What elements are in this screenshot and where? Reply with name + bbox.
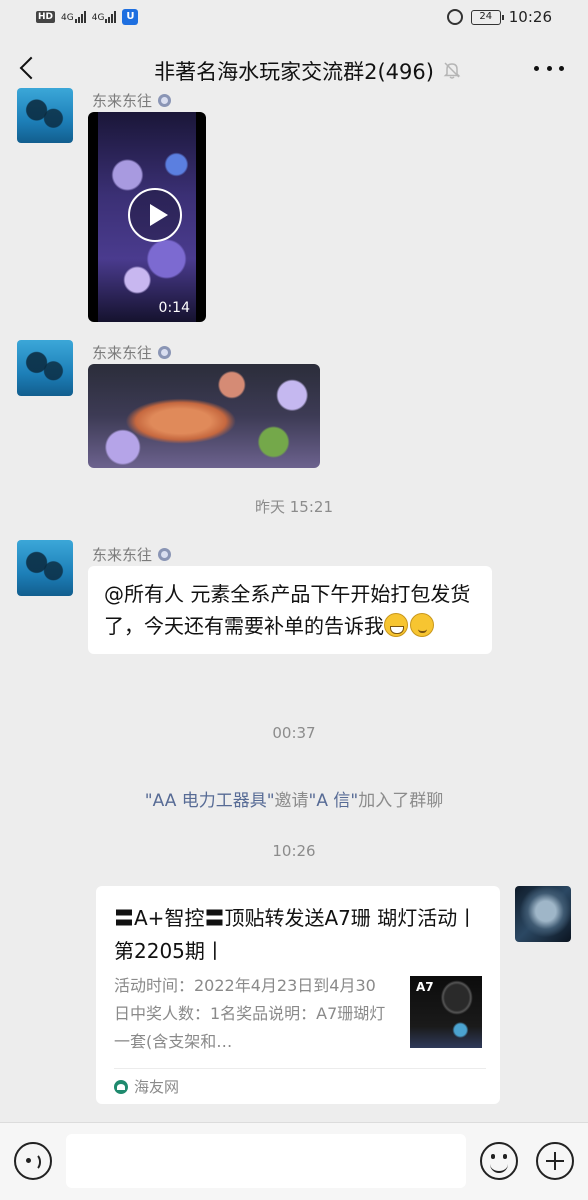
video-duration: 0:14 <box>158 300 190 316</box>
more-actions-button[interactable] <box>536 1142 574 1180</box>
timestamp: 10:26 <box>272 842 316 860</box>
more-button[interactable] <box>534 58 564 78</box>
signal-sim1-icon: 4G <box>61 11 86 23</box>
image-message[interactable] <box>88 364 320 468</box>
sender-name: 东来东往 <box>92 544 172 565</box>
status-bar: HD 4G 4G U 24 10:26 <box>0 0 588 36</box>
play-icon[interactable] <box>128 188 182 242</box>
sender-name: 东来东往 <box>92 90 172 111</box>
title-bar: 非著名海水玩家交流群2(496) <box>0 36 588 102</box>
hd-badge: HD <box>36 11 56 23</box>
bell-off-icon <box>443 62 461 79</box>
message-input[interactable] <box>66 1134 466 1188</box>
sender-name: 东来东往 <box>92 342 172 363</box>
link-card-message[interactable]: 〓A+智控〓顶贴转发送A7珊 瑚灯活动丨第2205期丨 活动时间：2022年4月… <box>96 886 500 1104</box>
more-dot <box>534 65 539 71</box>
timestamp: 昨天 15:21 <box>255 498 333 516</box>
invitee-link[interactable]: "A 信" <box>309 791 359 811</box>
self-avatar[interactable] <box>515 886 571 942</box>
member-badge-icon <box>158 548 172 561</box>
inviter-link[interactable]: "AA 电力工器具" <box>145 791 275 811</box>
alarm-icon <box>446 9 463 25</box>
card-divider <box>114 1068 486 1069</box>
voice-button[interactable] <box>14 1142 52 1180</box>
source-logo-icon <box>114 1079 128 1094</box>
more-dot <box>546 65 552 71</box>
timestamp: 00:37 <box>272 724 316 742</box>
emoji-button[interactable] <box>480 1142 518 1180</box>
text-message[interactable]: @所有人 元素全系产品下午开始打包发货了，今天还有需要补单的告诉我 <box>88 566 492 654</box>
card-thumbnail: A7 <box>410 976 482 1048</box>
app-notification-icon: U <box>122 9 139 25</box>
status-right: 24 10:26 <box>446 8 552 26</box>
grin-emoji-icon <box>384 613 408 637</box>
system-message: "AA 电力工器具"邀请"A 信"加入了群聊 <box>144 791 444 811</box>
input-bar <box>0 1122 588 1200</box>
member-badge-icon <box>158 346 172 359</box>
status-time: 10:26 <box>508 8 552 26</box>
status-left: HD 4G 4G U <box>36 9 139 25</box>
card-description: 活动时间：2022年4月23日到4月30日中奖人数：1名奖品说明：A7珊瑚灯一套… <box>114 976 386 1051</box>
battery-icon: 24 <box>470 9 504 25</box>
avatar[interactable] <box>17 540 73 596</box>
more-dot <box>559 65 564 71</box>
smirk-emoji-icon <box>410 613 434 637</box>
chat-title: 非著名海水玩家交流群2(496) <box>154 60 434 84</box>
avatar[interactable] <box>17 340 73 396</box>
video-message[interactable]: 0:14 <box>88 112 206 322</box>
card-title: 〓A+智控〓顶贴转发送A7珊 瑚灯活动丨第2205期丨 <box>114 906 478 963</box>
card-source: 海友网 <box>114 1076 179 1097</box>
member-badge-icon <box>158 94 172 107</box>
avatar[interactable] <box>17 88 73 143</box>
signal-sim2-icon: 4G <box>92 11 117 23</box>
